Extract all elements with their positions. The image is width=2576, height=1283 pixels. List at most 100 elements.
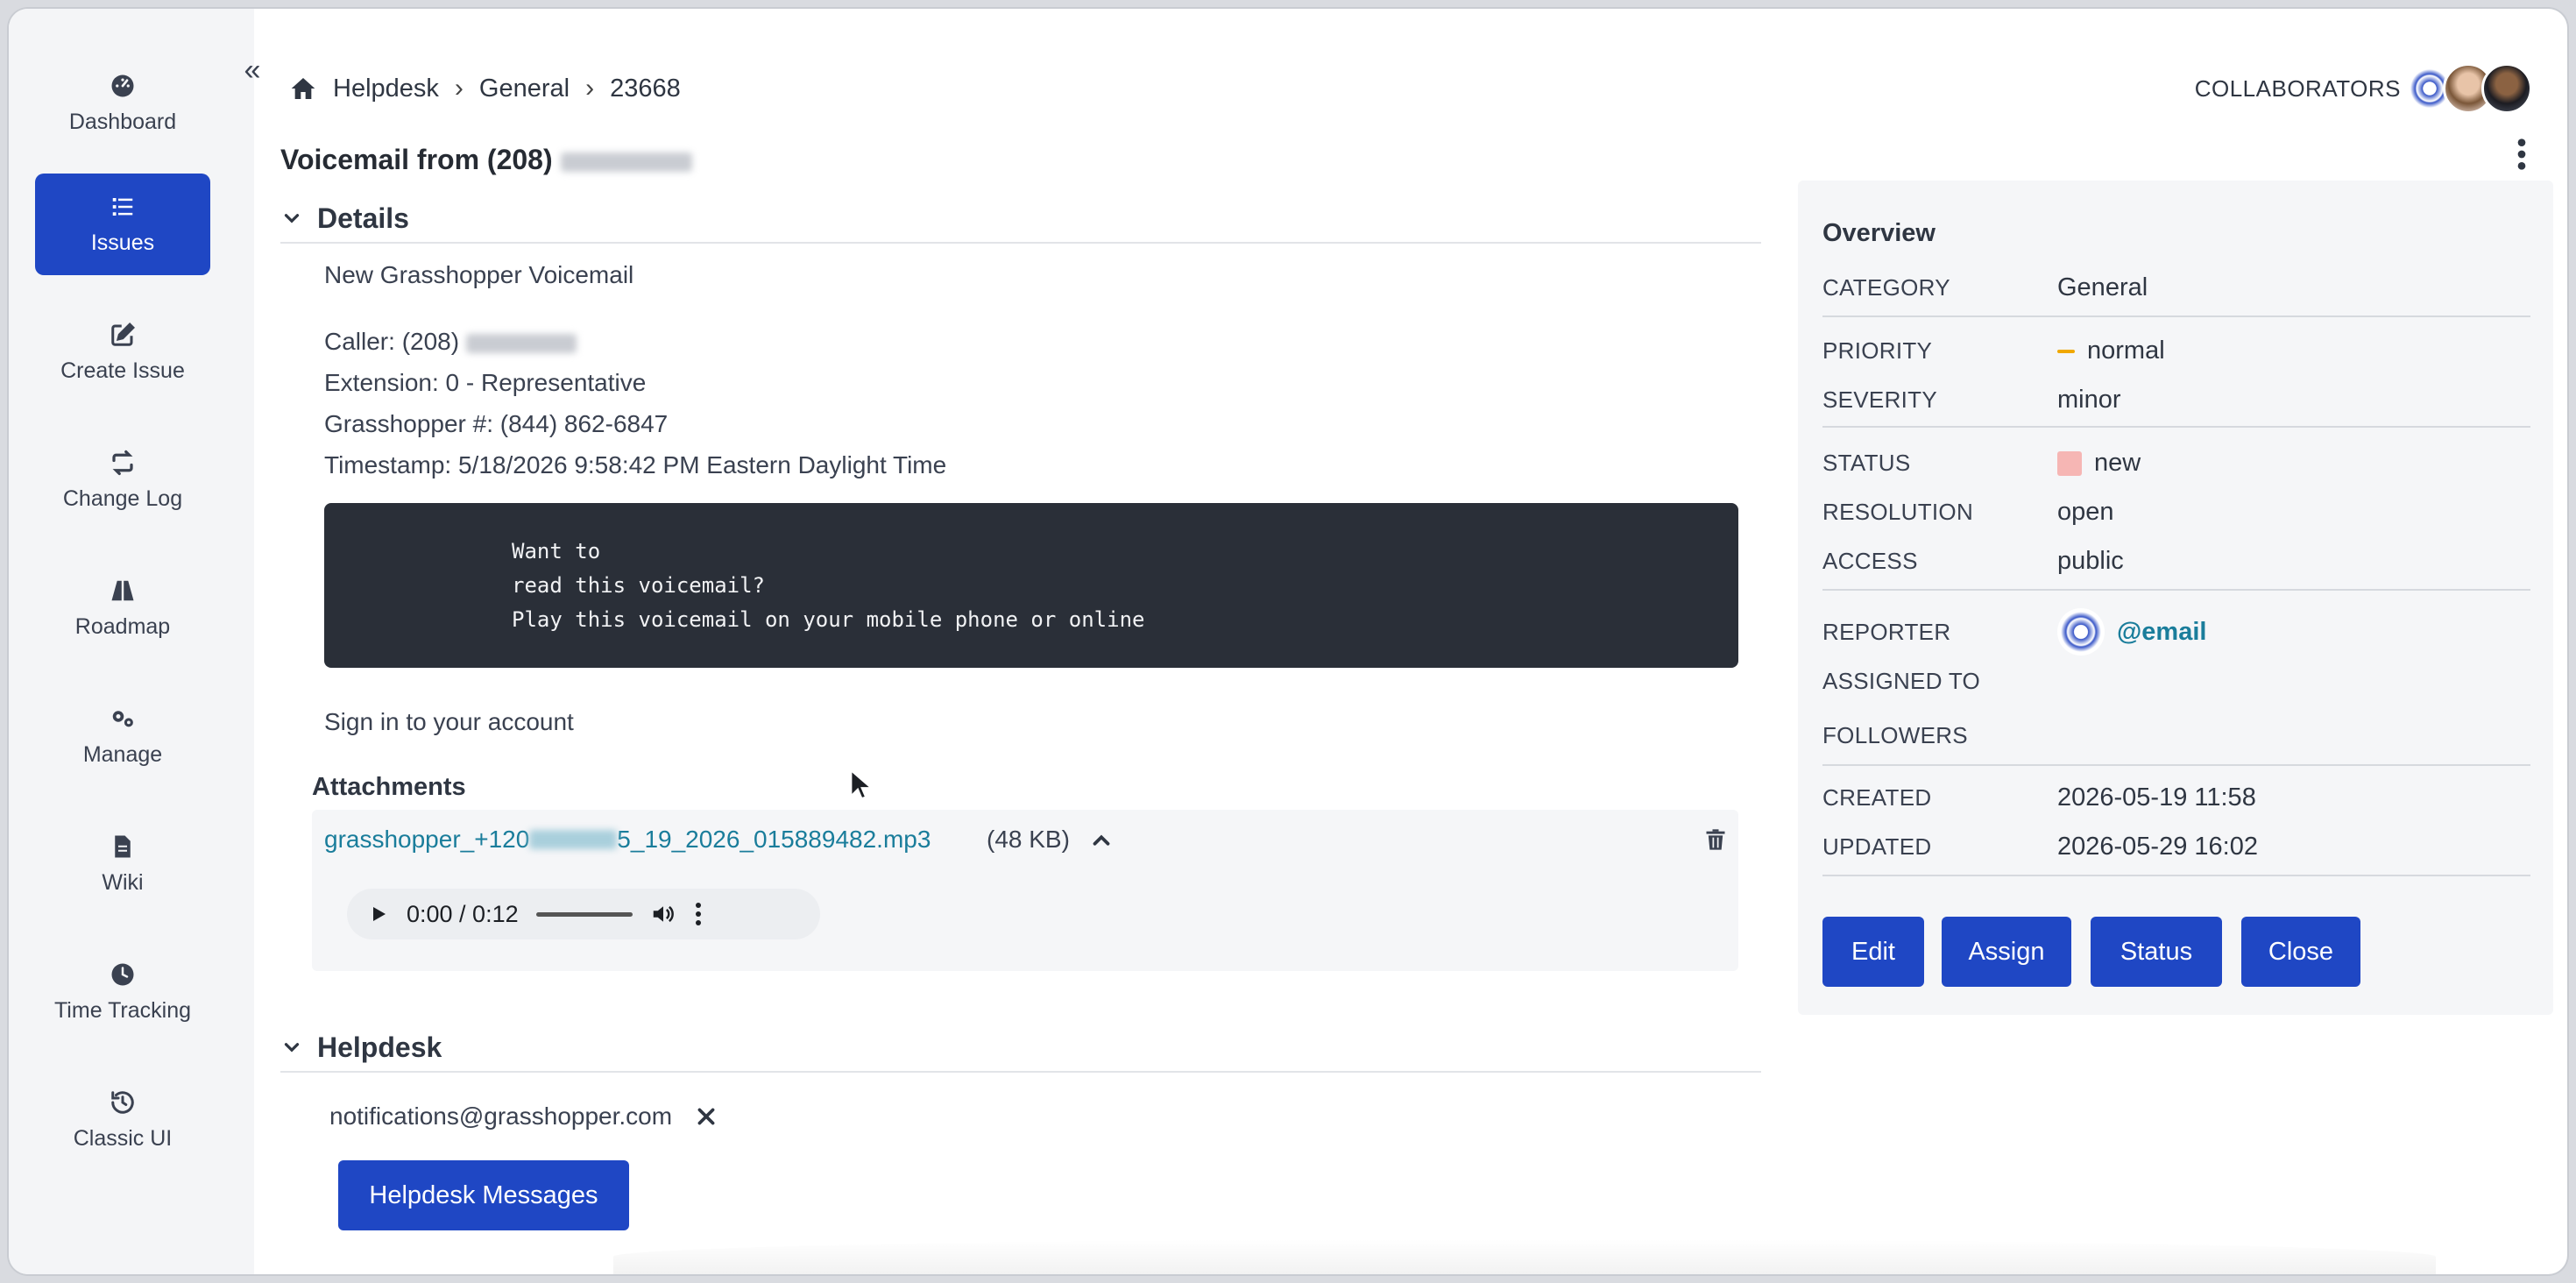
- sidebar-item-label: Change Log: [62, 486, 183, 511]
- category-value[interactable]: General: [2057, 273, 2148, 302]
- timestamp-line: Timestamp: 5/18/2026 9:58:42 PM Eastern …: [324, 451, 947, 478]
- sidebar-item-manage[interactable]: Manage: [35, 685, 210, 787]
- redacted-text: [529, 830, 618, 849]
- overview-panel: Overview CATEGORY General PRIORITY norma…: [1798, 181, 2553, 1015]
- sidebar-item-dashboard[interactable]: Dashboard: [35, 53, 210, 154]
- access-value[interactable]: public: [2057, 547, 2124, 576]
- attachment-name-end: 5_19_2026_015889482.mp3: [617, 826, 931, 853]
- play-icon[interactable]: [368, 904, 389, 925]
- redacted-text: [465, 333, 577, 353]
- sidebar-item-classic-ui[interactable]: Classic UI: [35, 1069, 210, 1171]
- sidebar-item-label: Wiki: [102, 869, 144, 895]
- created-value: 2026-05-19 11:58: [2057, 783, 2256, 812]
- sidebar-item-issues[interactable]: Issues: [35, 174, 210, 275]
- sidebar: « Dashboard Issues Create Issue Change L…: [9, 9, 260, 1274]
- code-line: Want to: [512, 539, 601, 564]
- attachment-name-start: grasshopper_+120: [324, 826, 530, 853]
- priority-label: PRIORITY: [1822, 337, 1933, 364]
- followers-label: FOLLOWERS: [1822, 722, 1968, 748]
- assigned-label: ASSIGNED TO: [1822, 668, 1981, 694]
- status-button[interactable]: Status: [2091, 917, 2222, 987]
- created-row: CREATED 2026-05-19 11:58: [1822, 783, 2530, 812]
- page-title-text: Voicemail from (208): [280, 144, 553, 175]
- chevron-up-icon[interactable]: [1088, 827, 1115, 854]
- divider: [1822, 589, 2530, 591]
- sidebar-item-label: Create Issue: [60, 358, 185, 383]
- more-options-icon[interactable]: [694, 901, 703, 927]
- list-icon: [112, 197, 133, 216]
- priority-text: normal: [2087, 337, 2165, 365]
- helpdesk-title: Helpdesk: [317, 1031, 442, 1063]
- helpdesk-email: notifications@grasshopper.com: [329, 1102, 673, 1130]
- severity-value[interactable]: minor: [2057, 386, 2121, 415]
- priority-row: PRIORITY normal: [1822, 337, 2530, 365]
- reporter-link[interactable]: @email: [2117, 618, 2206, 647]
- scroll-shadow: [613, 1239, 2436, 1274]
- details-section-header[interactable]: Details: [280, 195, 1761, 244]
- status-row: STATUS new: [1822, 449, 2530, 478]
- sidebar-item-label: Time Tracking: [53, 997, 192, 1023]
- home-icon[interactable]: [289, 74, 317, 103]
- app-window: « Dashboard Issues Create Issue Change L…: [9, 9, 2567, 1274]
- breadcrumb: Helpdesk › General › 23668: [289, 74, 681, 103]
- helpdesk-email-row: notifications@grasshopper.com: [329, 1102, 718, 1131]
- sidebar-item-label: Manage: [82, 741, 163, 767]
- assign-button[interactable]: Assign: [1942, 917, 2071, 987]
- status-color-swatch: [2057, 450, 2082, 476]
- audio-player: 0:00 / 0:12: [347, 889, 820, 939]
- audio-seek-slider[interactable]: [535, 911, 633, 917]
- sidebar-item-label: Issues: [90, 230, 155, 255]
- access-row: ACCESS public: [1822, 547, 2530, 576]
- reporter-label: REPORTER: [1822, 618, 1951, 645]
- gears-icon: [112, 710, 133, 727]
- main-content: Helpdesk › General › 23668 COLLABORATORS…: [263, 9, 2567, 1274]
- reporter-value[interactable]: @email: [2057, 608, 2206, 656]
- priority-value[interactable]: normal: [2057, 337, 2165, 365]
- resolution-value[interactable]: open: [2057, 498, 2114, 527]
- assigned-row: ASSIGNED TO: [1822, 668, 2530, 695]
- clock-icon: [111, 963, 134, 985]
- divider: [1822, 315, 2530, 317]
- sidebar-item-create-issue[interactable]: Create Issue: [35, 301, 210, 403]
- page-title: Voicemail from (208): [280, 144, 692, 176]
- helpdesk-messages-button[interactable]: Helpdesk Messages: [338, 1160, 629, 1230]
- sidebar-item-wiki[interactable]: Wiki: [35, 813, 210, 915]
- updated-row: UPDATED 2026-05-29 16:02: [1822, 833, 2530, 861]
- avatar[interactable]: [2481, 63, 2532, 114]
- breadcrumb-general[interactable]: General: [479, 74, 570, 103]
- close-icon[interactable]: [695, 1105, 718, 1128]
- sidebar-item-label: Roadmap: [74, 613, 171, 639]
- file-icon: [115, 835, 131, 857]
- status-value[interactable]: new: [2057, 449, 2141, 478]
- sidebar-item-change-log[interactable]: Change Log: [35, 429, 210, 531]
- sync-icon: [112, 450, 133, 475]
- trash-icon[interactable]: [1703, 826, 1728, 854]
- overview-title: Overview: [1822, 219, 1936, 247]
- code-line: read this voicemail?: [512, 573, 765, 598]
- severity-label: SEVERITY: [1822, 386, 1937, 413]
- sidebar-item-time-tracking[interactable]: Time Tracking: [35, 941, 210, 1043]
- sign-in-text: Sign in to your account: [324, 708, 574, 735]
- details-title: Details: [317, 202, 409, 234]
- access-label: ACCESS: [1822, 548, 1918, 574]
- history-icon: [111, 1090, 134, 1114]
- collaborators-label: COLLABORATORS: [2194, 74, 2401, 102]
- attachments-title: Attachments: [312, 773, 466, 801]
- edit-button[interactable]: Edit: [1822, 917, 1924, 987]
- more-options-icon[interactable]: [2513, 137, 2530, 172]
- close-button[interactable]: Close: [2241, 917, 2360, 987]
- chevron-down-icon: [284, 1043, 300, 1053]
- sidebar-item-label: Dashboard: [68, 109, 177, 134]
- redacted-text: [560, 152, 692, 172]
- collaborator-avatars: [2404, 63, 2532, 114]
- sidebar-item-roadmap[interactable]: Roadmap: [35, 557, 210, 659]
- breadcrumb-issue-id: 23668: [610, 74, 681, 103]
- status-text: new: [2094, 449, 2141, 477]
- volume-icon[interactable]: [650, 901, 676, 927]
- attachment-link[interactable]: grasshopper_+120 5_19_2026_015889482.mp3: [324, 826, 931, 854]
- priority-normal-icon: [2057, 349, 2075, 353]
- code-block: Want to read this voicemail? Play this v…: [324, 503, 1738, 668]
- breadcrumb-helpdesk[interactable]: Helpdesk: [333, 74, 439, 103]
- helpdesk-section-header[interactable]: Helpdesk: [280, 1024, 1761, 1073]
- updated-value: 2026-05-29 16:02: [2057, 833, 2258, 861]
